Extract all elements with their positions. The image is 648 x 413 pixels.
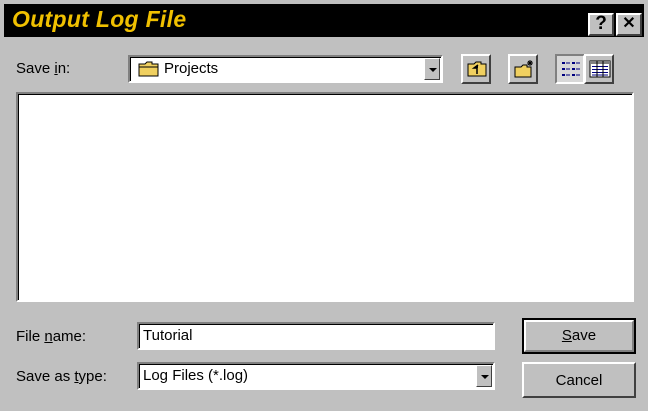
- new-folder-button[interactable]: [508, 54, 538, 84]
- chevron-down-icon: [481, 375, 489, 379]
- close-icon: ✕: [622, 15, 636, 32]
- up-one-level-icon: [466, 59, 488, 84]
- file-list[interactable]: [16, 92, 634, 302]
- details-view-icon: [589, 60, 611, 83]
- save-in-label: Save in:: [16, 60, 71, 77]
- help-button[interactable]: ?: [588, 13, 614, 36]
- new-folder-icon: [513, 59, 535, 84]
- file-name-input[interactable]: Tutorial: [137, 322, 495, 350]
- file-name-label: File name:: [16, 328, 87, 345]
- up-one-level-button[interactable]: [461, 54, 491, 84]
- folder-icon: [138, 60, 160, 83]
- save-button-label: Save: [561, 327, 597, 344]
- cancel-button[interactable]: Cancel: [522, 362, 636, 398]
- save-in-value: Projects: [164, 60, 219, 77]
- details-view-button[interactable]: [584, 54, 614, 84]
- output-log-file-dialog: Output Log File ? ✕ Save in: Projects Fi…: [0, 0, 648, 411]
- chevron-down-icon: [429, 68, 437, 72]
- close-button[interactable]: ✕: [616, 13, 642, 36]
- help-icon: ?: [595, 13, 607, 34]
- save-in-dropdown[interactable]: Projects: [128, 55, 443, 83]
- list-view-icon: [561, 60, 581, 83]
- file-name-value: Tutorial: [143, 327, 193, 344]
- window-title: Output Log File: [12, 6, 187, 32]
- cancel-button-label: Cancel: [555, 372, 603, 389]
- title-bar[interactable]: Output Log File ? ✕: [4, 4, 644, 37]
- save-button[interactable]: Save: [522, 318, 636, 354]
- save-as-type-value: Log Files (*.log): [143, 367, 249, 384]
- list-view-button[interactable]: [555, 54, 585, 84]
- save-in-dropdown-button[interactable]: [424, 58, 440, 80]
- save-as-type-label: Save as type:: [16, 368, 107, 385]
- save-as-type-dropdown-button[interactable]: [476, 365, 492, 387]
- save-as-type-dropdown[interactable]: Log Files (*.log): [137, 362, 495, 390]
